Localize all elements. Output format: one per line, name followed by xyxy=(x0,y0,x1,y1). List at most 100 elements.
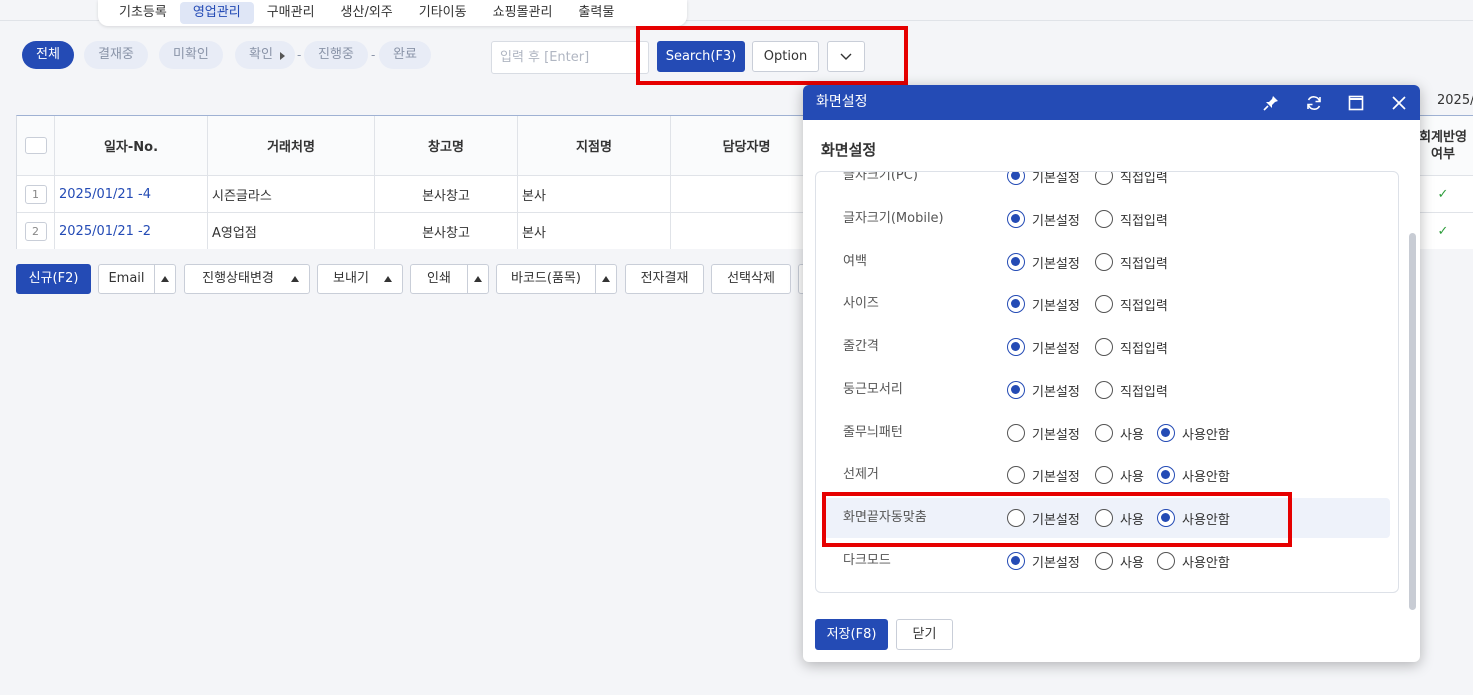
modal-subtitle: 화면설정 xyxy=(821,141,877,159)
menu-purchase-management[interactable]: 구매관리 xyxy=(254,2,328,24)
setting-label: 여백 xyxy=(843,254,867,269)
radio-selected-icon[interactable] xyxy=(1007,552,1025,570)
setting-radio-option[interactable]: 기본설정 xyxy=(1007,424,1080,443)
radio-selected-icon[interactable] xyxy=(1157,466,1175,484)
setting-radio-label: 사용 xyxy=(1120,469,1144,485)
new-button[interactable]: 신규(F2) xyxy=(16,264,91,294)
setting-radio-label: 사용안함 xyxy=(1182,427,1230,443)
export-button[interactable]: 보내기 xyxy=(317,264,403,294)
setting-radio-label: 직접입력 xyxy=(1120,171,1168,186)
radio-selected-icon[interactable] xyxy=(1157,424,1175,442)
setting-radio-option[interactable]: 사용안함 xyxy=(1157,424,1230,443)
radio-selected-icon[interactable] xyxy=(1007,210,1025,228)
setting-radio-option[interactable]: 기본설정 xyxy=(1007,466,1080,485)
radio-empty-icon[interactable] xyxy=(1095,338,1113,356)
setting-radio-option[interactable]: 직접입력 xyxy=(1095,210,1168,229)
filter-in-progress[interactable]: 진행중 xyxy=(304,41,368,69)
setting-radio-label: 직접입력 xyxy=(1120,341,1168,357)
barcode-button[interactable]: 바코드(품목) xyxy=(496,264,596,294)
save-button[interactable]: 저장(F8) xyxy=(815,619,888,650)
header-date-no[interactable]: 일자-No. xyxy=(55,116,208,175)
radio-empty-icon[interactable] xyxy=(1095,172,1113,185)
setting-radio-option[interactable]: 기본설정 xyxy=(1007,253,1080,272)
header-manager[interactable]: 담당자명 xyxy=(671,116,823,175)
radio-selected-icon[interactable] xyxy=(1007,253,1025,271)
filter-unconfirmed[interactable]: 미확인 xyxy=(159,41,223,69)
maximize-icon[interactable] xyxy=(1346,93,1366,113)
setting-radio-option[interactable]: 직접입력 xyxy=(1095,253,1168,272)
setting-radio-option[interactable]: 사용안함 xyxy=(1157,466,1230,485)
setting-radio-option[interactable]: 기본설정 xyxy=(1007,552,1080,571)
refresh-icon[interactable] xyxy=(1304,93,1324,113)
setting-radio-option[interactable]: 사용안함 xyxy=(1157,552,1230,571)
filter-confirmed[interactable]: 확인 xyxy=(235,41,295,69)
setting-label: 둥근모서리 xyxy=(843,382,903,397)
modal-scrollbar[interactable] xyxy=(1409,233,1416,610)
setting-label: 다크모드 xyxy=(843,553,891,568)
menu-shopping-mall[interactable]: 쇼핑몰관리 xyxy=(480,2,566,24)
radio-empty-icon[interactable] xyxy=(1095,210,1113,228)
status-change-button[interactable]: 진행상태변경 xyxy=(184,264,310,294)
header-branch[interactable]: 지점명 xyxy=(518,116,671,175)
cell-reflect: ✓ xyxy=(1413,213,1473,249)
setting-radio-label: 기본설정 xyxy=(1032,213,1080,229)
radio-empty-icon[interactable] xyxy=(1007,466,1025,484)
header-reflect[interactable]: 회계반영여부 xyxy=(1413,116,1473,175)
setting-radio-label: 사용 xyxy=(1120,427,1144,443)
check-icon: ✓ xyxy=(1437,223,1449,239)
setting-radio-option[interactable]: 기본설정 xyxy=(1007,338,1080,357)
select-all-checkbox[interactable] xyxy=(24,137,47,154)
filter-approval[interactable]: 결재중 xyxy=(84,41,148,69)
close-button[interactable]: 닫기 xyxy=(896,619,953,650)
setting-radio-option[interactable]: 직접입력 xyxy=(1095,338,1168,357)
radio-empty-icon[interactable] xyxy=(1007,424,1025,442)
search-input[interactable]: 입력 후 [Enter] xyxy=(491,41,649,74)
header-client[interactable]: 거래처명 xyxy=(208,116,375,175)
menu-print[interactable]: 출력물 xyxy=(565,2,627,24)
radio-selected-icon[interactable] xyxy=(1007,381,1025,399)
pin-icon[interactable] xyxy=(1261,93,1281,113)
menu-sales-management[interactable]: 영업관리 xyxy=(179,2,254,24)
setting-row: 글자크기(PC) 기본설정 직접입력 xyxy=(824,171,1390,196)
radio-selected-icon[interactable] xyxy=(1007,295,1025,313)
radio-empty-icon[interactable] xyxy=(1095,466,1113,484)
print-menu-toggle[interactable] xyxy=(467,264,489,294)
radio-empty-icon[interactable] xyxy=(1095,295,1113,313)
setting-radio-option[interactable]: 기본설정 xyxy=(1007,381,1080,400)
email-menu-toggle[interactable] xyxy=(154,264,176,294)
row-number-box: 1 xyxy=(24,184,47,204)
setting-radio-option[interactable]: 사용 xyxy=(1095,424,1144,443)
setting-row: 여백 기본설정 직접입력 xyxy=(824,242,1390,282)
menu-other-transfer[interactable]: 기타이동 xyxy=(406,2,480,24)
setting-radio-option[interactable]: 기본설정 xyxy=(1007,172,1080,186)
delete-selected-button[interactable]: 선택삭제 xyxy=(711,264,791,294)
cell-date-no[interactable]: 2025/01/21 -4 xyxy=(55,176,208,212)
radio-empty-icon[interactable] xyxy=(1095,552,1113,570)
barcode-menu-toggle[interactable] xyxy=(595,264,617,294)
cell-date-no[interactable]: 2025/01/21 -2 xyxy=(55,213,208,249)
setting-radio-option[interactable]: 직접입력 xyxy=(1095,295,1168,314)
radio-empty-icon[interactable] xyxy=(1157,552,1175,570)
header-warehouse[interactable]: 창고명 xyxy=(375,116,518,175)
radio-selected-icon[interactable] xyxy=(1007,172,1025,185)
setting-radio-label: 기본설정 xyxy=(1032,427,1080,443)
radio-selected-icon[interactable] xyxy=(1007,338,1025,356)
filter-done[interactable]: 완료 xyxy=(379,41,431,69)
print-button[interactable]: 인쇄 xyxy=(410,264,468,294)
e-approval-button[interactable]: 전자결재 xyxy=(625,264,704,294)
email-button[interactable]: Email xyxy=(98,264,155,294)
setting-radio-option[interactable]: 기본설정 xyxy=(1007,210,1080,229)
close-icon[interactable] xyxy=(1389,93,1409,113)
setting-radio-option[interactable]: 사용 xyxy=(1095,552,1144,571)
radio-empty-icon[interactable] xyxy=(1095,424,1113,442)
setting-radio-option[interactable]: 직접입력 xyxy=(1095,381,1168,400)
filter-all[interactable]: 전체 xyxy=(22,41,74,69)
radio-empty-icon[interactable] xyxy=(1095,253,1113,271)
setting-radio-option[interactable]: 기본설정 xyxy=(1007,295,1080,314)
radio-empty-icon[interactable] xyxy=(1095,381,1113,399)
menu-basic-registration[interactable]: 기초등록 xyxy=(106,2,180,24)
setting-radio-option[interactable]: 사용 xyxy=(1095,466,1144,485)
menu-production[interactable]: 생산/외주 xyxy=(328,2,406,24)
row-number: 1 xyxy=(17,176,55,212)
setting-radio-option[interactable]: 직접입력 xyxy=(1095,171,1168,186)
